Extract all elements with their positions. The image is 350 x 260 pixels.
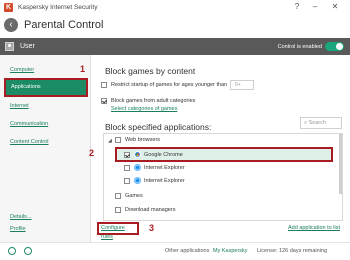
search-placeholder: Search [308,120,327,126]
internet-explorer-icon [134,177,141,184]
sidebar-item-applications[interactable]: Applications [4,78,88,97]
download-managers-label: Download managers [125,207,176,213]
add-application-link[interactable]: Add application to list [288,225,340,231]
internet-explorer-checkbox[interactable] [124,164,130,171]
configure-rules-link[interactable]: Configure rules [97,222,139,240]
search-icon: ⌕ [304,120,308,126]
web-browsers-label: Web browsers [125,137,161,143]
tree-group-games[interactable]: Games [115,193,143,199]
internet-explorer-icon [134,164,141,171]
user-avatar-icon [5,42,14,51]
other-applications-link[interactable]: Other applications [165,248,209,254]
internet-explorer-label: Internet Explorer [144,164,185,171]
block-adult-label: Block games from adult categories [111,98,196,104]
sidebar-item-content-control[interactable]: Content Control [10,139,49,145]
list-scrollbar[interactable] [339,134,342,194]
user-name: User [20,43,35,50]
restrict-age-checkbox[interactable] [101,82,107,88]
kaspersky-logo-icon: K [4,2,13,12]
block-apps-heading: Block specified applications: [105,122,212,132]
tree-item-google-chrome[interactable]: Google Chrome [124,151,183,158]
block-adult-row[interactable]: Block games from adult categories [101,98,195,104]
annotation-3: 3 [149,223,155,233]
profile-link[interactable]: Profile [10,226,26,232]
control-toggle[interactable] [325,42,344,51]
sidebar-item-communication[interactable]: Communication [10,121,48,127]
select-categories-link[interactable]: Select categories of games [111,106,177,112]
sidebar-item-computer[interactable]: Computer [10,67,34,73]
games-label: Games [125,193,143,199]
web-browsers-checkbox[interactable] [115,137,121,143]
tree-group-web-browsers[interactable]: Web browsers [115,137,160,143]
block-games-heading: Block games by content [105,66,196,76]
details-link[interactable]: Details... [10,214,31,220]
expand-triangle-icon[interactable]: ◢ [108,138,112,144]
chrome-icon [134,151,141,158]
annotation-2: 2 [89,148,95,158]
window-title: Kaspersky Internet Security [18,3,98,11]
tree-group-download-managers[interactable]: Download managers [115,207,175,213]
search-input[interactable]: ⌕ Search [300,117,342,129]
restrict-age-row[interactable]: Restrict startup of games for ages young… [101,82,227,88]
settings-gear-icon[interactable] [8,247,16,255]
age-select[interactable]: 0+ [230,80,254,90]
control-status-label: Control is enabled [277,43,322,50]
license-status[interactable]: License: 126 days remaining [257,248,327,254]
annotation-1: 1 [80,64,86,74]
back-arrow-icon[interactable]: ‹ [4,18,18,32]
help-button[interactable]: ? [290,1,304,13]
block-adult-checkbox[interactable] [101,98,107,104]
tree-item-internet-explorer-2[interactable]: Internet Explorer [124,177,185,184]
minimize-button[interactable]: – [308,1,322,13]
download-managers-checkbox[interactable] [115,207,121,213]
internet-explorer-label: Internet Explorer [144,177,185,184]
google-chrome-label: Google Chrome [144,151,183,158]
sidebar-item-internet[interactable]: Internet [10,103,29,109]
user-bar: User Control is enabled [0,38,350,55]
page-title: Parental Control [24,19,104,31]
page-header: ‹ Parental Control [0,14,350,36]
internet-explorer-checkbox[interactable] [124,177,130,184]
games-checkbox[interactable] [115,193,121,199]
restrict-age-label: Restrict startup of games for ages young… [111,82,228,88]
support-icon[interactable] [24,247,32,255]
close-button[interactable]: ✕ [328,1,342,13]
tree-item-internet-explorer-1[interactable]: Internet Explorer [124,164,185,171]
my-kaspersky-link[interactable]: My Kaspersky [213,248,248,254]
google-chrome-checkbox[interactable] [124,151,130,158]
